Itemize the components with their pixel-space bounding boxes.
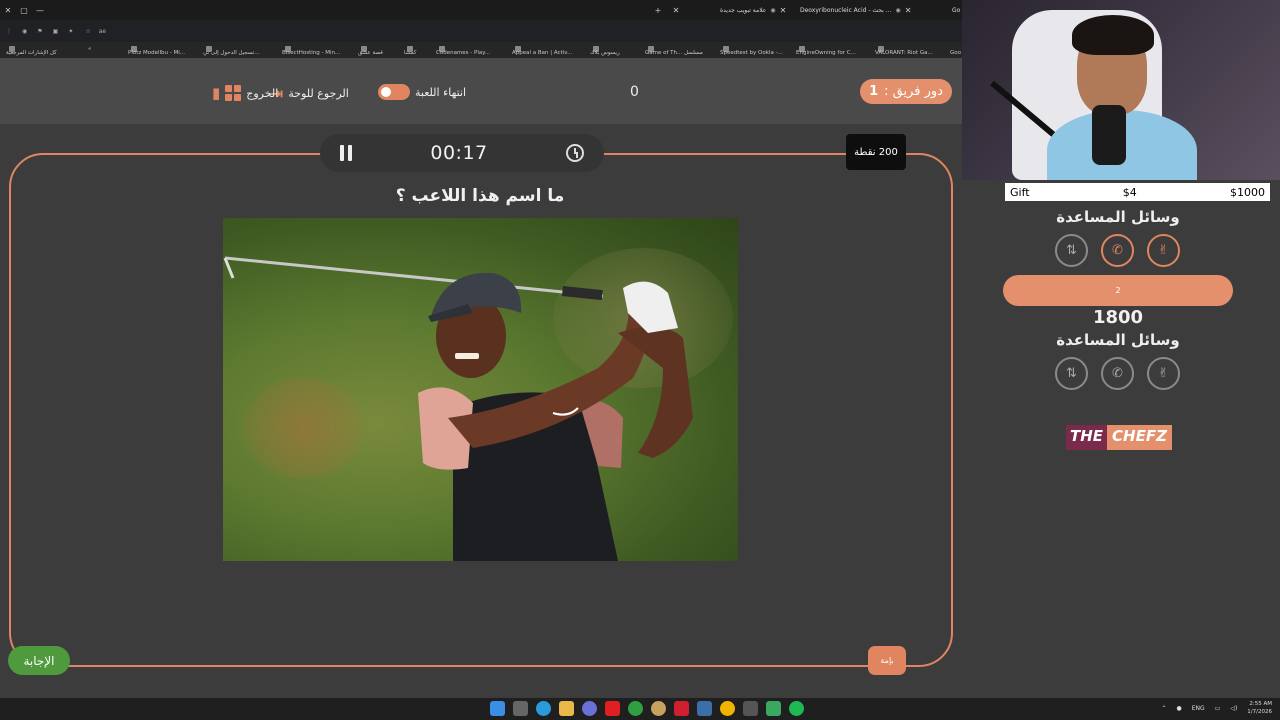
maximize-window-icon[interactable]: ▢ [16, 6, 32, 15]
extension-icon-3[interactable]: ✦ [68, 28, 73, 35]
exit-icon: ▮ [212, 84, 221, 102]
bookmark-item[interactable]: Plotz Modellbu - Mi... [128, 46, 185, 56]
app-icon[interactable] [651, 701, 666, 716]
steam-icon[interactable] [697, 701, 712, 716]
tab-other[interactable]: Go [952, 3, 960, 17]
game-header: دور فريق : 1 0 انتهاء اللعبة الرجوع للوح… [0, 58, 962, 124]
reset-timer-icon[interactable] [565, 144, 584, 162]
start-icon[interactable] [490, 701, 505, 716]
discord-icon[interactable] [582, 701, 597, 716]
bookmark-item[interactable]: كمشا [404, 46, 416, 56]
sponsor-logo: THE CHEFZ [1066, 425, 1172, 450]
skip-button[interactable]: بإمة [868, 646, 906, 675]
timer-bar: 00:17 [320, 134, 604, 172]
swap-aid-icon[interactable]: ⇅ [1055, 357, 1088, 390]
chevron-up-icon[interactable]: ⌃ [1161, 705, 1166, 712]
tab-close-icon[interactable]: ✕ [905, 6, 912, 15]
chrome-icon: ◉ [770, 6, 776, 14]
tab-new-tab[interactable]: علامة تبويب جديدة ◉ ✕ [720, 3, 786, 17]
riot-icon[interactable] [674, 701, 689, 716]
chrome-icon[interactable] [720, 701, 735, 716]
menu-icon[interactable]: ⋮ [6, 28, 12, 35]
clock[interactable]: 2:55 AM 1/7/2026 [1247, 700, 1272, 716]
webcam-overlay [962, 0, 1280, 180]
windows-taskbar: ⌃ ● ENG ▭ ◁) 2:55 AM 1/7/2026 [0, 698, 1280, 720]
team2-aids-label: وسائل المساعدة [1056, 331, 1180, 349]
bookmark-item[interactable]: Codenames - Play... [436, 46, 490, 56]
end-game-control[interactable]: انتهاء اللعبة [378, 84, 466, 100]
language-indicator[interactable]: ENG [1192, 705, 1205, 712]
question-text: ما اسم هذا اللاعب ؟ [395, 186, 565, 206]
profile-icon[interactable]: ◉ [22, 28, 27, 35]
file-explorer-icon[interactable] [559, 701, 574, 716]
bookmark-item[interactable]: BisectHosting - Min... [282, 46, 340, 56]
team1-aids-label: وسائل المساعدة [1056, 208, 1180, 226]
app-icon-3[interactable] [766, 701, 781, 716]
exit-button[interactable]: الخروج ▮ [212, 84, 278, 102]
bookmark-item[interactable]: EngineOwning for C... [796, 46, 856, 56]
spotify-icon[interactable] [789, 701, 804, 716]
extension-icon-2[interactable]: ▣ [53, 28, 59, 35]
youtube-icon[interactable] [605, 701, 620, 716]
phone-aid-icon[interactable]: ✆ [1101, 234, 1134, 267]
close-window-icon[interactable]: ✕ [0, 6, 16, 15]
address-bar[interactable]: ae [99, 28, 106, 35]
network-icon[interactable]: ▭ [1215, 705, 1221, 712]
points-badge: 200 نقطة [846, 134, 906, 170]
bookmark-item[interactable]: تسجيل الدخول إلى ني... [203, 46, 260, 56]
bookmark-item[interactable]: Appeal a Ban | Activ... [512, 46, 572, 56]
team2-aids: ⇅ ✆ ✌ [1055, 357, 1180, 390]
end-game-toggle[interactable] [378, 84, 410, 100]
volume-icon[interactable]: ◁) [1230, 705, 1237, 712]
team1-aids: ⇅ ✆ ✌ [1055, 234, 1180, 267]
task-view-icon[interactable] [513, 701, 528, 716]
tab-close-icon[interactable]: ✕ [780, 6, 787, 15]
center-score: 0 [630, 84, 639, 100]
golfer-illustration [223, 256, 693, 561]
pause-icon[interactable] [340, 145, 352, 161]
team2-score: 1800 [1092, 307, 1144, 328]
bookmark-item[interactable]: Speedtest by Ookla -... [720, 46, 783, 56]
bookmark-item[interactable]: كل الإشارات المرجعية [6, 46, 57, 56]
bookmark-item[interactable]: ريسوس بلاك [590, 46, 620, 56]
bookmark-item[interactable]: VALORANT: Riot Ga... [875, 46, 933, 56]
edge-icon[interactable] [536, 701, 551, 716]
back-to-board-button[interactable]: الرجوع للوحة ⇥ [270, 84, 349, 103]
question-image [223, 218, 738, 561]
answer-button[interactable]: الإجابة [8, 646, 70, 675]
double-hand-aid-icon[interactable]: ✌ [1147, 234, 1180, 267]
tab-close-icon[interactable]: ✕ [668, 6, 684, 15]
app-icon-2[interactable] [743, 701, 758, 716]
grid-icon [225, 85, 242, 101]
team2-bar: 2 [1003, 275, 1233, 306]
swap-aid-icon[interactable]: ⇅ [1055, 234, 1088, 267]
phone-aid-icon[interactable]: ✆ [1101, 357, 1134, 390]
bookmark-item[interactable]: Game of Th... مسلسل [645, 46, 703, 56]
microphone-icon [1092, 105, 1126, 165]
gift-progress-bar: Gift $4 $1000 [1005, 183, 1270, 201]
team-turn-badge: دور فريق : 1 [860, 79, 952, 104]
google-icon: ◉ [895, 6, 901, 14]
double-hand-aid-icon[interactable]: ✌ [1147, 357, 1180, 390]
timer-display: 00:17 [430, 142, 488, 164]
bookmark-item[interactable]: قصة عشق [358, 46, 383, 56]
extension-icon[interactable]: ⚑ [37, 28, 42, 35]
minimize-window-icon[interactable]: — [32, 6, 48, 15]
tab-search[interactable]: Deoxyribonucleic Acid - بحث ... ◉ ✕ [800, 3, 911, 17]
bookmark-star-icon[interactable]: ☆ [85, 28, 90, 35]
chevron-icon[interactable]: « [88, 46, 91, 52]
mic-tray-icon[interactable]: ● [1176, 705, 1181, 712]
new-tab-icon[interactable]: + [650, 6, 666, 15]
xbox-icon[interactable] [628, 701, 643, 716]
